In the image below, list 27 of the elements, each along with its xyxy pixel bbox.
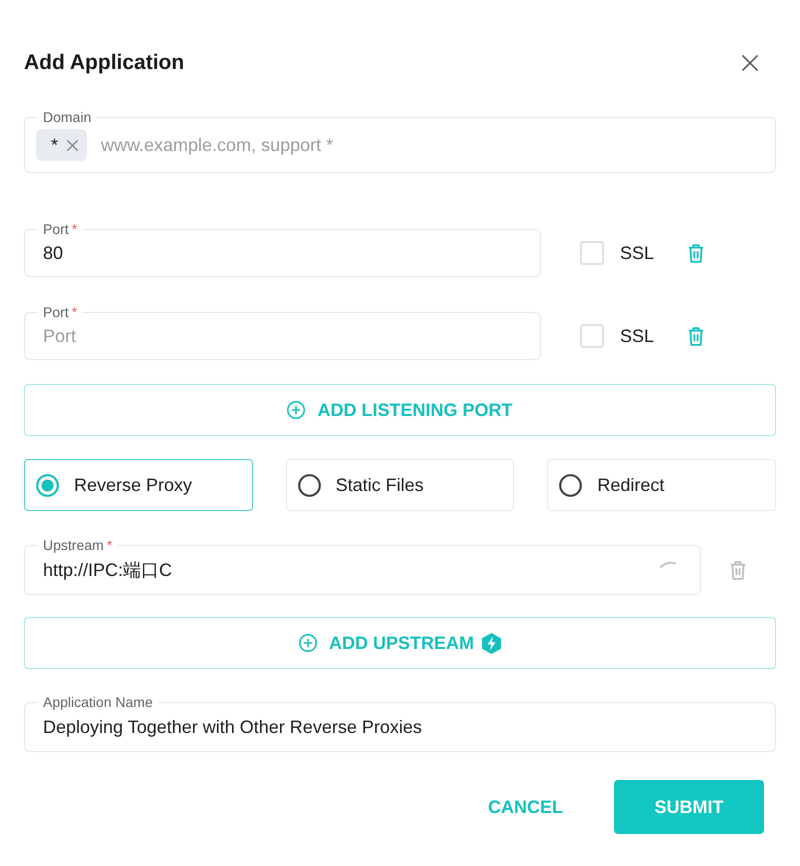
plus-circle-icon — [287, 401, 306, 419]
application-name-field[interactable]: Application Name Deploying Together with Other Reverse Proxies — [24, 693, 776, 752]
dialog-title: Add Application — [24, 50, 184, 76]
plus-circle-icon — [298, 634, 317, 652]
remove-icon[interactable] — [67, 140, 78, 150]
checkbox[interactable] — [580, 241, 604, 265]
trash-icon — [688, 326, 704, 346]
delete-button[interactable] — [688, 326, 704, 346]
checkbox-label: SSL — [620, 242, 654, 264]
trash-icon — [688, 244, 704, 262]
radio-icon — [298, 474, 321, 496]
trash-icon — [730, 560, 746, 580]
checkbox[interactable] — [580, 324, 604, 348]
radio-icon — [36, 474, 59, 496]
radio-icon — [559, 474, 582, 496]
checkbox-label: SSL — [620, 326, 654, 346]
mode-option[interactable]: Redirect — [547, 459, 776, 511]
port-field[interactable]: Port * 80 — [24, 220, 541, 277]
upstream-field[interactable]: Upstream * http://IPC:端口C — [24, 536, 701, 595]
domain-tag[interactable]: * — [36, 129, 88, 161]
delete-button[interactable] — [688, 244, 704, 262]
hexagon-bolt-icon — [482, 632, 501, 654]
mode-option[interactable]: Reverse Proxy — [24, 459, 253, 511]
domain-field[interactable]: Domain * www.example.com, support * — [24, 108, 776, 173]
port-field[interactable]: Port * Port — [24, 303, 541, 360]
mode-option[interactable]: Static Files — [286, 459, 514, 511]
close-icon — [742, 55, 758, 71]
